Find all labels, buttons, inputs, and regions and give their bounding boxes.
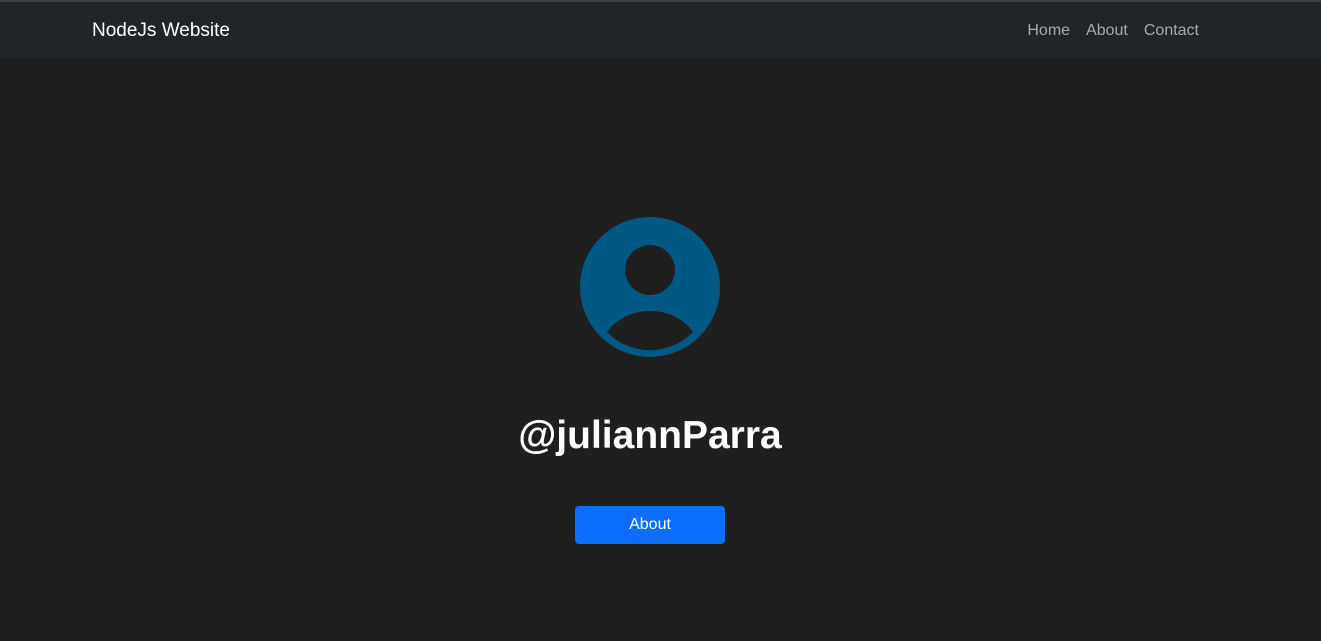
- avatar-head: [625, 245, 675, 295]
- user-avatar-icon: [580, 217, 720, 357]
- nav-links: Home About Contact: [1027, 20, 1199, 42]
- nav-link-home[interactable]: Home: [1027, 20, 1070, 42]
- navbar: NodeJs Website Home About Contact: [0, 2, 1321, 58]
- about-button[interactable]: About: [575, 506, 725, 544]
- username-heading: @juliannParra: [518, 414, 782, 457]
- nav-link-about[interactable]: About: [1086, 20, 1128, 42]
- nav-link-contact[interactable]: Contact: [1144, 20, 1199, 42]
- navbar-brand[interactable]: NodeJs Website: [92, 19, 230, 43]
